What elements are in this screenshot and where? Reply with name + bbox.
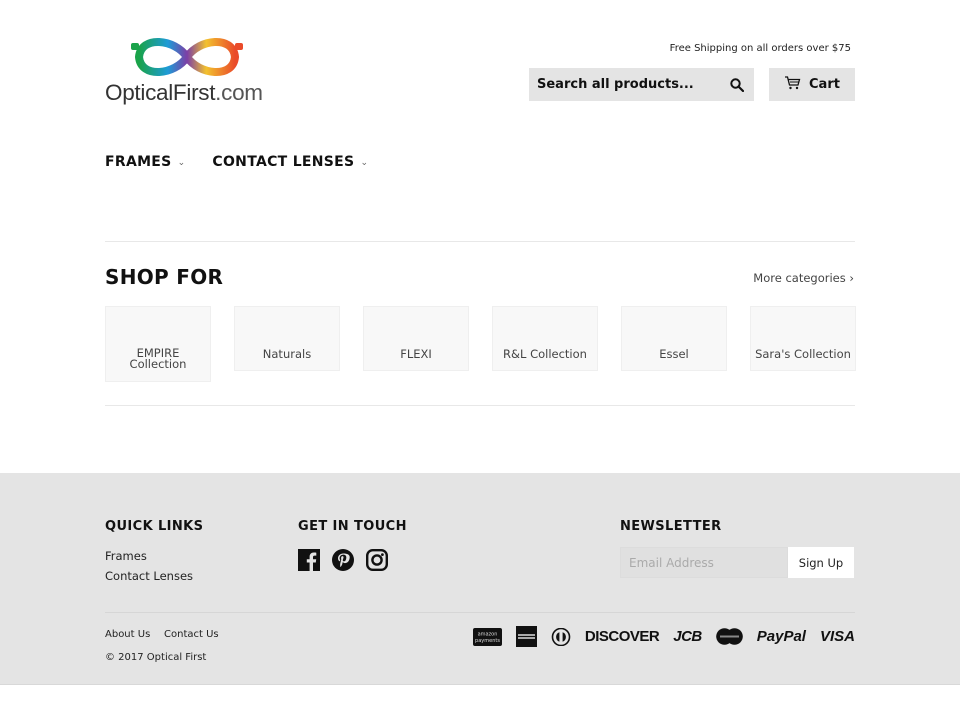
sign-up-button[interactable]: Sign Up xyxy=(788,547,854,578)
nav-item-contact-lenses[interactable]: CONTACT LENSES ⌄ xyxy=(212,154,368,170)
quick-links-title: QUICK LINKS xyxy=(105,519,204,534)
chevron-down-icon: ⌄ xyxy=(177,157,186,168)
divider xyxy=(105,405,855,406)
get-in-touch-title: GET IN TOUCH xyxy=(298,519,407,534)
category-tile-essel[interactable]: Essel xyxy=(621,306,727,371)
category-label: EMPIRE Collection xyxy=(129,346,187,371)
email-field[interactable] xyxy=(620,547,788,578)
category-label: Essel xyxy=(659,347,689,361)
discover-icon: DISCOVER xyxy=(584,628,660,645)
visa-icon: VISA xyxy=(819,628,855,645)
mastercard-icon xyxy=(715,628,743,645)
glasses-logo-icon xyxy=(131,38,243,76)
social-links xyxy=(298,549,389,572)
search-input[interactable] xyxy=(537,77,728,92)
category-label: FLEXI xyxy=(400,347,432,361)
category-tile-naturals[interactable]: Naturals xyxy=(234,306,340,371)
footer-link-contact-us[interactable]: Contact Us xyxy=(164,629,219,640)
category-tile-saras-collection[interactable]: Sara's Collection xyxy=(750,306,856,371)
instagram-icon[interactable] xyxy=(366,549,389,572)
copyright: © 2017 Optical First xyxy=(105,652,207,663)
more-categories-link[interactable]: More categories › xyxy=(753,271,854,285)
newsletter-title: NEWSLETTER xyxy=(620,519,722,534)
cart-label: Cart xyxy=(809,77,840,92)
footer-link-about-us[interactable]: About Us xyxy=(105,629,150,640)
svg-text:payments: payments xyxy=(475,638,500,644)
diners-club-icon xyxy=(551,627,571,646)
section-title: SHOP FOR xyxy=(105,265,224,289)
chevron-down-icon: ⌄ xyxy=(360,157,369,168)
amazon-payments-icon: amazon payments xyxy=(472,627,502,646)
american-express-icon xyxy=(515,626,537,647)
logo-wordmark: OpticalFirst.com xyxy=(105,80,263,105)
category-label: R&L Collection xyxy=(503,347,587,361)
pinterest-icon[interactable] xyxy=(332,549,354,571)
cart-button[interactable]: Cart xyxy=(769,68,855,101)
facebook-icon[interactable] xyxy=(298,549,320,571)
category-label: Sara's Collection xyxy=(755,347,851,361)
category-tile-empire[interactable]: EMPIRE Collection xyxy=(105,306,211,382)
category-label: Naturals xyxy=(262,347,312,361)
nav-item-frames[interactable]: FRAMES ⌄ xyxy=(105,154,185,170)
footer-divider xyxy=(105,612,855,613)
main-nav: FRAMES ⌄ CONTACT LENSES ⌄ xyxy=(105,154,368,170)
site-footer: QUICK LINKS Frames Contact Lenses GET IN… xyxy=(0,473,960,685)
nav-item-label: CONTACT LENSES xyxy=(212,154,355,170)
search-bar xyxy=(529,68,754,101)
footer-link-contact-lenses[interactable]: Contact Lenses xyxy=(105,569,193,583)
nav-item-label: FRAMES xyxy=(105,154,172,170)
svg-text:amazon: amazon xyxy=(477,631,497,637)
category-tile-flexi[interactable]: FLEXI xyxy=(363,306,469,371)
paypal-icon: PayPal xyxy=(756,628,806,645)
site-logo[interactable]: OpticalFirst.com xyxy=(105,33,271,109)
payment-icons: amazon payments DISCOVER JCB PayPal VISA xyxy=(472,626,855,647)
cart-icon xyxy=(784,75,801,94)
newsletter-form: Sign Up xyxy=(620,547,854,578)
footer-link-frames[interactable]: Frames xyxy=(105,549,147,563)
jcb-icon: JCB xyxy=(673,628,702,645)
divider xyxy=(105,241,855,242)
category-list: EMPIRE Collection Naturals FLEXI R&L Col… xyxy=(105,306,856,382)
search-icon[interactable] xyxy=(728,76,746,94)
free-shipping-banner: Free Shipping on all orders over $75 xyxy=(669,43,851,54)
category-tile-rl-collection[interactable]: R&L Collection xyxy=(492,306,598,371)
